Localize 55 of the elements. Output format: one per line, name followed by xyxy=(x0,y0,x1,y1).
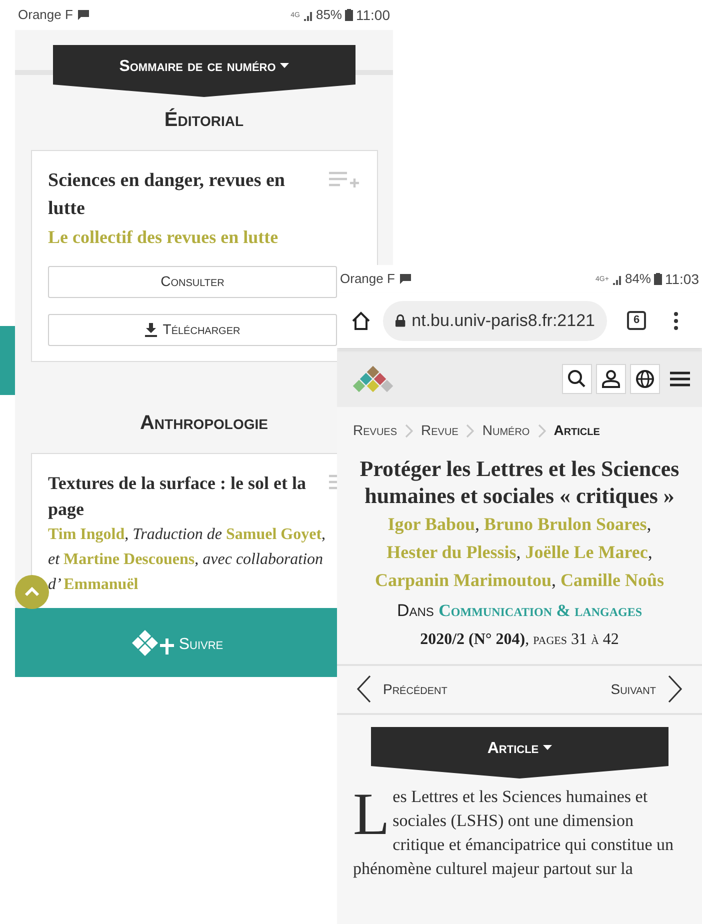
article-title: Protéger les Lettres et les Sciences humaines et sociales « critiques » xyxy=(358,455,680,509)
breadcrumb-link[interactable]: Revue xyxy=(421,420,458,441)
home-icon[interactable] xyxy=(351,310,371,330)
article-title[interactable]: Sciences en danger, revues en lutte xyxy=(48,167,320,223)
download-button[interactable]: Télécharger xyxy=(48,314,337,346)
contents-menu-button[interactable]: Sommaire de ce numéro xyxy=(52,45,356,97)
chevron-left-icon xyxy=(357,675,371,703)
author-line: Tim Ingold, Traduction de Samuel Goyet, et Martine Descouens, avec collaboration d’ Emmanuël xyxy=(48,524,327,594)
signal-icon xyxy=(612,274,622,284)
battery-level: 85% xyxy=(316,6,342,24)
address-bar[interactable]: nt.bu.univ-paris8.fr:2121 xyxy=(383,300,607,340)
chevron-right-icon xyxy=(466,424,474,438)
search-icon xyxy=(567,368,587,388)
chevron-right-icon xyxy=(405,424,414,438)
download-icon xyxy=(144,322,157,336)
lock-icon xyxy=(395,314,406,327)
battery-icon xyxy=(345,9,353,21)
language-button[interactable] xyxy=(630,364,660,394)
section-heading: Éditorial xyxy=(164,107,244,133)
author-line: Igor Babou, Bruno Brulon Soares, Hester du Plessis, Joëlle Le Marec, Carpanin Marimoutou, Camille Noûs xyxy=(374,513,665,592)
carrier-name: Orange F xyxy=(340,270,395,288)
panel-edge xyxy=(0,326,15,395)
tab-count-button[interactable]: 6 xyxy=(627,311,646,330)
site-logo[interactable] xyxy=(351,364,395,392)
clock-time: 11:03 xyxy=(665,270,699,288)
battery-icon xyxy=(654,273,662,285)
message-icon xyxy=(398,273,412,285)
search-button[interactable] xyxy=(562,364,592,394)
breadcrumb-link[interactable]: Revues xyxy=(353,420,398,441)
chevron-up-icon xyxy=(24,587,40,597)
battery-level: 84% xyxy=(624,270,651,288)
chevron-right-icon xyxy=(538,424,546,438)
source-line: Dans Communication & langages xyxy=(396,600,644,622)
account-button[interactable] xyxy=(596,364,626,394)
breadcrumb-link[interactable]: Article xyxy=(554,420,600,441)
article-menu-button[interactable]: Article xyxy=(370,726,668,778)
account-icon xyxy=(601,368,621,388)
next-link[interactable]: Suivant xyxy=(610,675,682,703)
section-heading: Anthropologie xyxy=(140,410,268,436)
consult-button[interactable]: Consulter xyxy=(48,266,337,298)
menu-icon[interactable] xyxy=(670,370,690,386)
scroll-up-button[interactable] xyxy=(15,575,49,609)
chevron-right-icon xyxy=(668,675,682,703)
message-icon xyxy=(76,9,90,21)
breadcrumb-link[interactable]: Numéro xyxy=(482,420,530,441)
carrier-name: Orange F xyxy=(18,6,73,24)
clock-time: 11:00 xyxy=(356,6,390,24)
signal-icon xyxy=(302,10,313,20)
article-title[interactable]: Textures de la surface : le sol et la page xyxy=(48,470,320,522)
previous-link[interactable]: Précédent xyxy=(357,675,448,703)
language-icon xyxy=(635,368,655,388)
more-options-icon[interactable] xyxy=(674,312,678,330)
caret-icon xyxy=(280,63,289,68)
caret-icon xyxy=(542,744,552,750)
issue-line: 2020/2 (N° 204), pages 31 à 42 xyxy=(419,630,620,650)
